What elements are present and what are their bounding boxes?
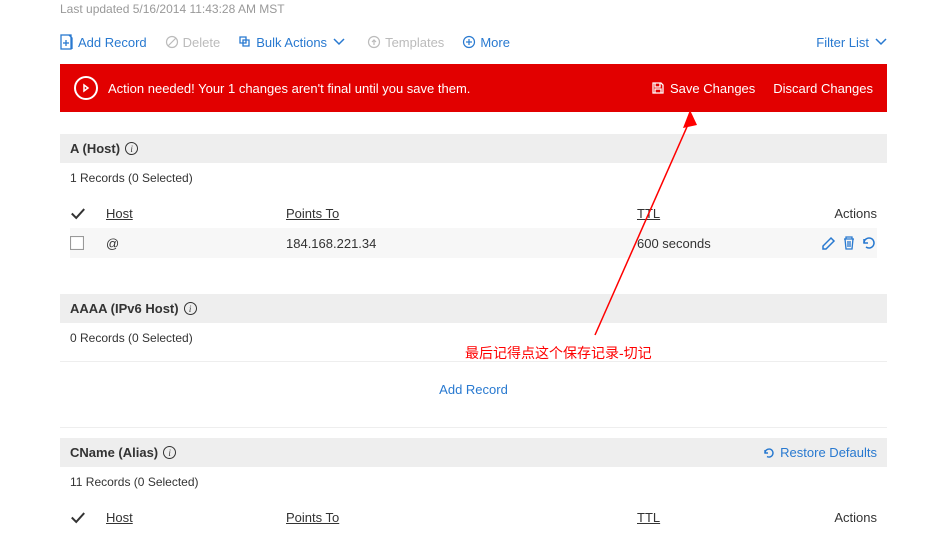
row-checkbox[interactable] bbox=[70, 236, 84, 250]
header-ttl[interactable]: TTL bbox=[637, 206, 797, 221]
toolbar: Add Record Delete Bulk Actions Templates bbox=[60, 34, 887, 64]
alert-message: Action needed! Your 1 changes aren't fin… bbox=[108, 81, 633, 96]
info-icon[interactable]: i bbox=[184, 302, 197, 315]
header-host[interactable]: Host bbox=[106, 510, 286, 525]
table-header-row: Host Points To TTL Actions bbox=[70, 199, 877, 228]
save-changes-label: Save Changes bbox=[670, 81, 755, 96]
select-all-check[interactable] bbox=[70, 207, 106, 220]
add-record-link[interactable]: Add Record bbox=[60, 362, 887, 427]
section-header-aaaa: AAAA (IPv6 Host) i bbox=[60, 294, 887, 323]
cell-ttl: 600 seconds bbox=[637, 236, 797, 251]
section-title: A (Host) bbox=[70, 141, 120, 156]
templates-label: Templates bbox=[385, 35, 444, 50]
trash-icon[interactable] bbox=[837, 235, 857, 251]
delete-button: Delete bbox=[165, 35, 221, 50]
section-title: AAAA (IPv6 Host) bbox=[70, 301, 179, 316]
last-updated: Last updated 5/16/2014 11:43:28 AM MST bbox=[60, 0, 887, 34]
section-header-a-host: A (Host) i bbox=[60, 134, 887, 163]
add-record-label: Add Record bbox=[78, 35, 147, 50]
header-host[interactable]: Host bbox=[106, 206, 286, 221]
table-row: @ 184.168.221.34 600 seconds bbox=[70, 228, 877, 258]
save-icon bbox=[651, 81, 665, 95]
bulk-actions-icon bbox=[238, 35, 252, 49]
save-changes-button[interactable]: Save Changes bbox=[651, 81, 755, 96]
restore-icon bbox=[762, 446, 776, 460]
add-record-button[interactable]: Add Record bbox=[60, 34, 147, 50]
edit-icon[interactable] bbox=[817, 235, 837, 251]
delete-label: Delete bbox=[183, 35, 221, 50]
filter-list-button[interactable]: Filter List bbox=[816, 35, 887, 50]
section-title: CName (Alias) bbox=[70, 445, 158, 460]
templates-icon bbox=[367, 35, 381, 49]
alert-banner: Action needed! Your 1 changes aren't fin… bbox=[60, 64, 887, 112]
section-count-cname: 11 Records (0 Selected) bbox=[60, 467, 887, 497]
bulk-actions-label: Bulk Actions bbox=[256, 35, 327, 50]
header-points-to[interactable]: Points To bbox=[286, 206, 637, 221]
restore-defaults-button[interactable]: Restore Defaults bbox=[762, 445, 877, 460]
chevron-down-icon bbox=[875, 38, 887, 46]
discard-changes-button[interactable]: Discard Changes bbox=[773, 81, 873, 96]
more-button[interactable]: More bbox=[462, 35, 510, 50]
info-icon[interactable]: i bbox=[163, 446, 176, 459]
add-record-icon bbox=[60, 34, 74, 50]
header-ttl[interactable]: TTL bbox=[637, 510, 797, 525]
info-icon[interactable]: i bbox=[125, 142, 138, 155]
cell-points-to: 184.168.221.34 bbox=[286, 236, 637, 251]
table-header-row: Host Points To TTL Actions bbox=[70, 503, 877, 532]
select-all-check[interactable] bbox=[70, 511, 106, 524]
bulk-actions-button[interactable]: Bulk Actions bbox=[238, 35, 349, 50]
cell-host: @ bbox=[106, 236, 286, 251]
header-actions: Actions bbox=[797, 206, 877, 221]
chevron-down-icon bbox=[333, 38, 345, 46]
discard-changes-label: Discard Changes bbox=[773, 81, 873, 96]
section-header-cname: CName (Alias) i Restore Defaults bbox=[60, 438, 887, 467]
header-actions: Actions bbox=[797, 510, 877, 525]
more-label: More bbox=[480, 35, 510, 50]
filter-list-label: Filter List bbox=[816, 35, 869, 50]
section-count-a-host: 1 Records (0 Selected) bbox=[60, 163, 887, 193]
revert-icon[interactable] bbox=[857, 235, 877, 251]
header-points-to[interactable]: Points To bbox=[286, 510, 637, 525]
alert-icon bbox=[74, 76, 98, 100]
delete-icon bbox=[165, 35, 179, 49]
more-icon bbox=[462, 35, 476, 49]
section-count-aaaa: 0 Records (0 Selected) bbox=[60, 323, 887, 353]
templates-button: Templates bbox=[367, 35, 444, 50]
restore-defaults-label: Restore Defaults bbox=[780, 445, 877, 460]
